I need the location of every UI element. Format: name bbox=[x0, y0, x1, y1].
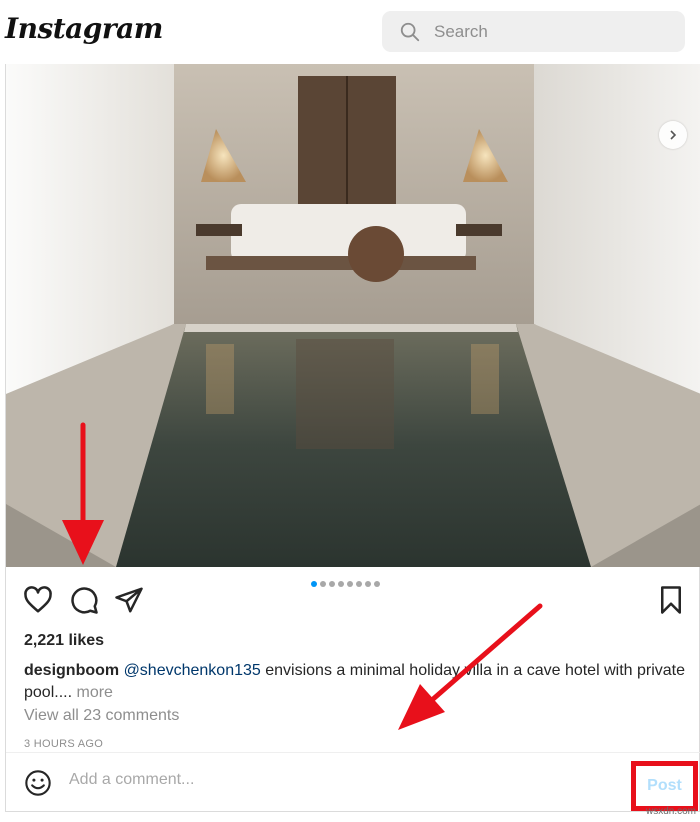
caption-username[interactable]: designboom bbox=[24, 662, 119, 679]
next-image-button[interactable] bbox=[659, 121, 687, 149]
post-actions bbox=[6, 567, 700, 631]
instagram-logo[interactable]: Instagram bbox=[5, 12, 163, 45]
post-comment-button[interactable]: Post bbox=[631, 761, 698, 811]
emoji-icon[interactable] bbox=[24, 769, 52, 797]
post-caption: designboom @shevchenkon135 envisions a m… bbox=[24, 660, 694, 704]
comment-input[interactable] bbox=[69, 771, 469, 789]
watermark: wsxdn.com bbox=[646, 806, 697, 817]
likes-count[interactable]: 2,221 likes bbox=[24, 632, 104, 650]
post-timestamp[interactable]: 3 HOURS AGO bbox=[24, 738, 103, 750]
comment-bar: Post bbox=[6, 752, 700, 812]
search-input[interactable] bbox=[434, 21, 654, 42]
more-link[interactable]: more bbox=[76, 684, 112, 701]
caption-mention[interactable]: @shevchenkon135 bbox=[124, 662, 261, 679]
chevron-right-icon bbox=[670, 130, 677, 140]
like-heart-icon[interactable] bbox=[23, 585, 53, 615]
share-send-icon[interactable] bbox=[114, 585, 144, 615]
save-bookmark-icon[interactable] bbox=[656, 585, 686, 615]
top-header: Instagram bbox=[0, 0, 700, 64]
post-photo[interactable] bbox=[6, 64, 700, 567]
comment-icon[interactable] bbox=[69, 585, 99, 615]
search-box[interactable] bbox=[382, 11, 685, 52]
view-all-comments-link[interactable]: View all 23 comments bbox=[24, 707, 179, 725]
post-card: 2,221 likes designboom @shevchenkon135 e… bbox=[5, 64, 700, 812]
room-pool-image bbox=[6, 64, 700, 567]
search-icon bbox=[400, 22, 420, 41]
